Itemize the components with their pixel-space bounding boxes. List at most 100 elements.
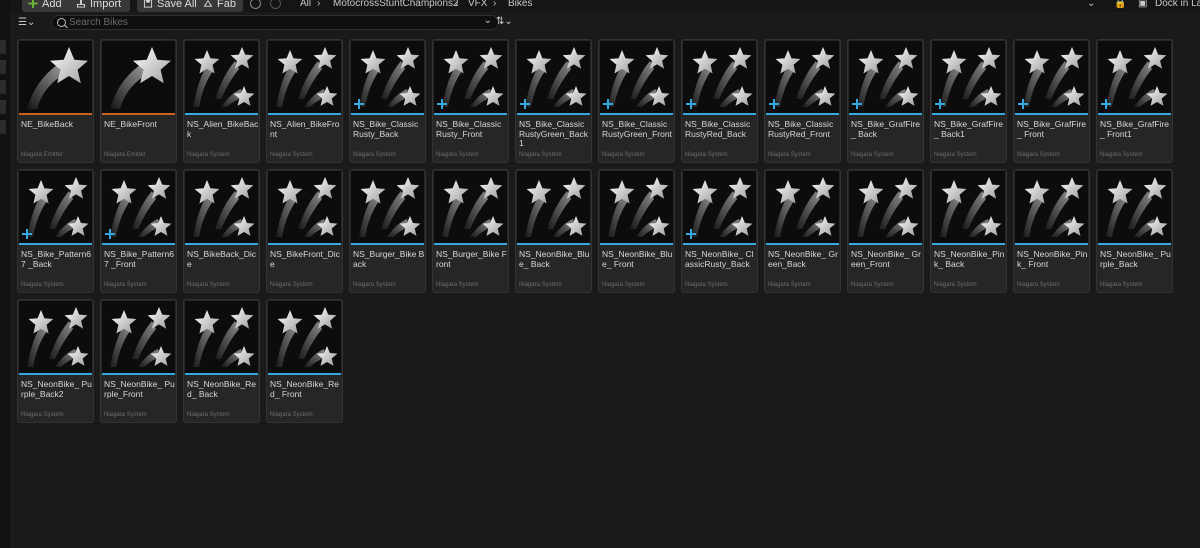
asset-tile[interactable]: NS_Bike_Classic RustyRed_Back Niagara Sys… xyxy=(681,39,758,163)
asset-tile[interactable]: NS_Alien_BikeBack Niagara System xyxy=(183,39,260,163)
back-nav-icon[interactable] xyxy=(250,0,261,9)
fab-button[interactable]: Fab xyxy=(197,0,243,12)
panel-tab[interactable] xyxy=(0,40,6,54)
save-all-label: Save All xyxy=(157,0,197,10)
asset-name: NS_NeonBike_ Purple_Back xyxy=(1100,249,1171,269)
asset-tile[interactable]: NS_BikeFront_Dice Niagara System xyxy=(266,169,343,293)
asset-tile[interactable]: NS_Burger_Bike Front Niagara System xyxy=(432,169,509,293)
asset-tile[interactable]: NS_Bike_Pattern67 _Front Niagara System xyxy=(100,169,177,293)
asset-tile[interactable]: NS_Bike_GrafFire_ Front1 Niagara System xyxy=(1096,39,1173,163)
system-stars-icon xyxy=(517,171,590,243)
asset-name: NS_NeonBike_ Green_Front xyxy=(851,249,921,269)
asset-type-color-bar xyxy=(434,243,507,245)
breadcrumb-vfx[interactable]: VFX xyxy=(468,0,487,11)
asset-type-color-bar xyxy=(1015,243,1088,245)
asset-type-color-bar xyxy=(351,113,424,115)
asset-tile[interactable]: NE_BikeBack Niagara Emitter xyxy=(17,39,94,163)
asset-type-color-bar xyxy=(434,113,507,115)
asset-tile[interactable]: NS_NeonBike_ Green_Back Niagara System xyxy=(764,169,841,293)
breadcrumb-all[interactable]: All xyxy=(300,0,311,11)
asset-name: NS_NeonBike_ Purple_Front xyxy=(104,379,175,399)
asset-tile[interactable]: NS_Burger_Bike Back Niagara System xyxy=(349,169,426,293)
asset-tile[interactable]: NS_NeonBike_Pink_ Back Niagara System xyxy=(930,169,1007,293)
dock-in-layout-button[interactable]: Dock in Layout xyxy=(1155,0,1200,11)
breadcrumb-bikes[interactable]: Bikes xyxy=(508,0,532,11)
breadcrumb-project[interactable]: MotocrossStuntChampions2 xyxy=(333,0,459,11)
chevron-right-icon: › xyxy=(455,0,459,9)
system-stars-icon xyxy=(849,171,922,243)
history-dropdown-icon[interactable]: ⌄ xyxy=(1087,0,1095,11)
panel-tab[interactable] xyxy=(0,60,6,74)
asset-tile[interactable]: NS_NeonBike_Blue_ Front Niagara System xyxy=(598,169,675,293)
asset-tile[interactable]: NS_NeonBike_ Purple_Back2 Niagara System xyxy=(17,299,94,423)
system-stars-icon xyxy=(185,171,258,243)
asset-tile[interactable]: NS_NeonBike_ ClassicRusty_Back Niagara Sy… xyxy=(681,169,758,293)
system-stars-icon xyxy=(102,301,175,373)
panel-tab[interactable] xyxy=(0,120,6,134)
asset-tile[interactable]: NS_Bike_GrafFire_ Back Niagara System xyxy=(847,39,924,163)
sort-options-button[interactable]: ⇅⌄ xyxy=(496,16,513,27)
asset-type-color-bar xyxy=(1015,113,1088,115)
asset-tile[interactable]: NS_Bike_Classic RustyGreen_Back1 Niagara … xyxy=(515,39,592,163)
dock-icon[interactable]: ▣ xyxy=(1138,0,1147,11)
plus-icon xyxy=(852,99,862,109)
add-button[interactable]: Add xyxy=(22,0,72,12)
import-button[interactable]: Import xyxy=(70,0,130,12)
asset-type-label: Niagara System xyxy=(768,282,811,288)
asset-type-label: Niagara Emitter xyxy=(21,152,63,158)
asset-type-color-bar xyxy=(268,373,341,375)
forward-nav-icon[interactable] xyxy=(270,0,281,9)
asset-tile[interactable]: NS_Bike_Classic Rusty_Front Niagara Syste… xyxy=(432,39,509,163)
asset-type-label: Niagara System xyxy=(270,152,313,158)
asset-type-color-bar xyxy=(268,243,341,245)
asset-tile[interactable]: NS_NeonBike_ Purple_Front Niagara System xyxy=(100,299,177,423)
lock-icon[interactable]: 🔒 xyxy=(1114,0,1126,11)
asset-name: NS_Bike_Classic RustyGreen_Front xyxy=(602,119,672,139)
system-stars-icon xyxy=(932,171,1005,243)
system-stars-icon xyxy=(600,171,673,243)
save-all-button[interactable]: Save All xyxy=(137,0,203,12)
search-field[interactable]: ⌄ xyxy=(51,15,499,30)
asset-tile[interactable]: NS_NeonBike_Red_ Front Niagara System xyxy=(266,299,343,423)
asset-type-label: Niagara System xyxy=(685,282,728,288)
system-stars-icon xyxy=(1098,171,1171,243)
plus-icon xyxy=(1018,99,1028,109)
chevron-down-icon[interactable]: ⌄ xyxy=(484,15,492,26)
filter-dropdown-button[interactable]: ☰⌄ xyxy=(18,17,35,28)
asset-tile[interactable]: NS_NeonBike_Pink_ Front Niagara System xyxy=(1013,169,1090,293)
asset-tile[interactable]: NS_BikeBack_Dice Niagara System xyxy=(183,169,260,293)
asset-tile[interactable]: NS_Bike_GrafFire_ Front Niagara System xyxy=(1013,39,1090,163)
asset-tile[interactable]: NE_BikeFront Niagara Emitter xyxy=(100,39,177,163)
asset-name: NS_NeonBike_ ClassicRusty_Back xyxy=(685,249,754,269)
asset-name: NS_Bike_GrafFire_ Front xyxy=(1017,119,1086,139)
asset-tile[interactable]: NS_NeonBike_Red_ Back Niagara System xyxy=(183,299,260,423)
asset-tile[interactable]: NS_Bike_Classic RustyRed_Front Niagara Sy… xyxy=(764,39,841,163)
asset-tile[interactable]: NS_Bike_Classic RustyGreen_Front Niagara … xyxy=(598,39,675,163)
fab-label: Fab xyxy=(217,0,236,10)
asset-tile[interactable]: NS_NeonBike_ Green_Front Niagara System xyxy=(847,169,924,293)
plus-icon xyxy=(28,0,38,8)
asset-name: NS_NeonBike_Pink_ Back xyxy=(934,249,1005,269)
asset-tile[interactable]: NS_Bike_GrafFire_ Back1 Niagara System xyxy=(930,39,1007,163)
asset-type-label: Niagara System xyxy=(353,282,396,288)
asset-type-color-bar xyxy=(517,243,590,245)
panel-tab[interactable] xyxy=(0,100,6,114)
asset-type-label: Niagara System xyxy=(602,282,645,288)
asset-type-color-bar xyxy=(600,243,673,245)
search-input[interactable] xyxy=(69,16,469,29)
asset-tile[interactable]: NS_NeonBike_Blue_ Back Niagara System xyxy=(515,169,592,293)
system-stars-icon xyxy=(351,171,424,243)
asset-type-color-bar xyxy=(932,243,1005,245)
asset-name: NS_Alien_BikeFront xyxy=(270,119,340,139)
asset-tile[interactable]: NS_Bike_Pattern67 _Back Niagara System xyxy=(17,169,94,293)
asset-tile[interactable]: NS_Bike_Classic Rusty_Back Niagara System xyxy=(349,39,426,163)
asset-tile[interactable]: NS_NeonBike_ Purple_Back Niagara System xyxy=(1096,169,1173,293)
asset-tile[interactable]: NS_Alien_BikeFront Niagara System xyxy=(266,39,343,163)
fab-icon xyxy=(203,0,213,7)
asset-type-color-bar xyxy=(766,113,839,115)
asset-type-label: Niagara System xyxy=(436,152,479,158)
asset-type-color-bar xyxy=(19,113,92,115)
panel-tab[interactable] xyxy=(0,80,6,94)
chevron-right-icon: › xyxy=(493,0,497,9)
asset-name: NS_Bike_Classic RustyRed_Front xyxy=(768,119,834,139)
